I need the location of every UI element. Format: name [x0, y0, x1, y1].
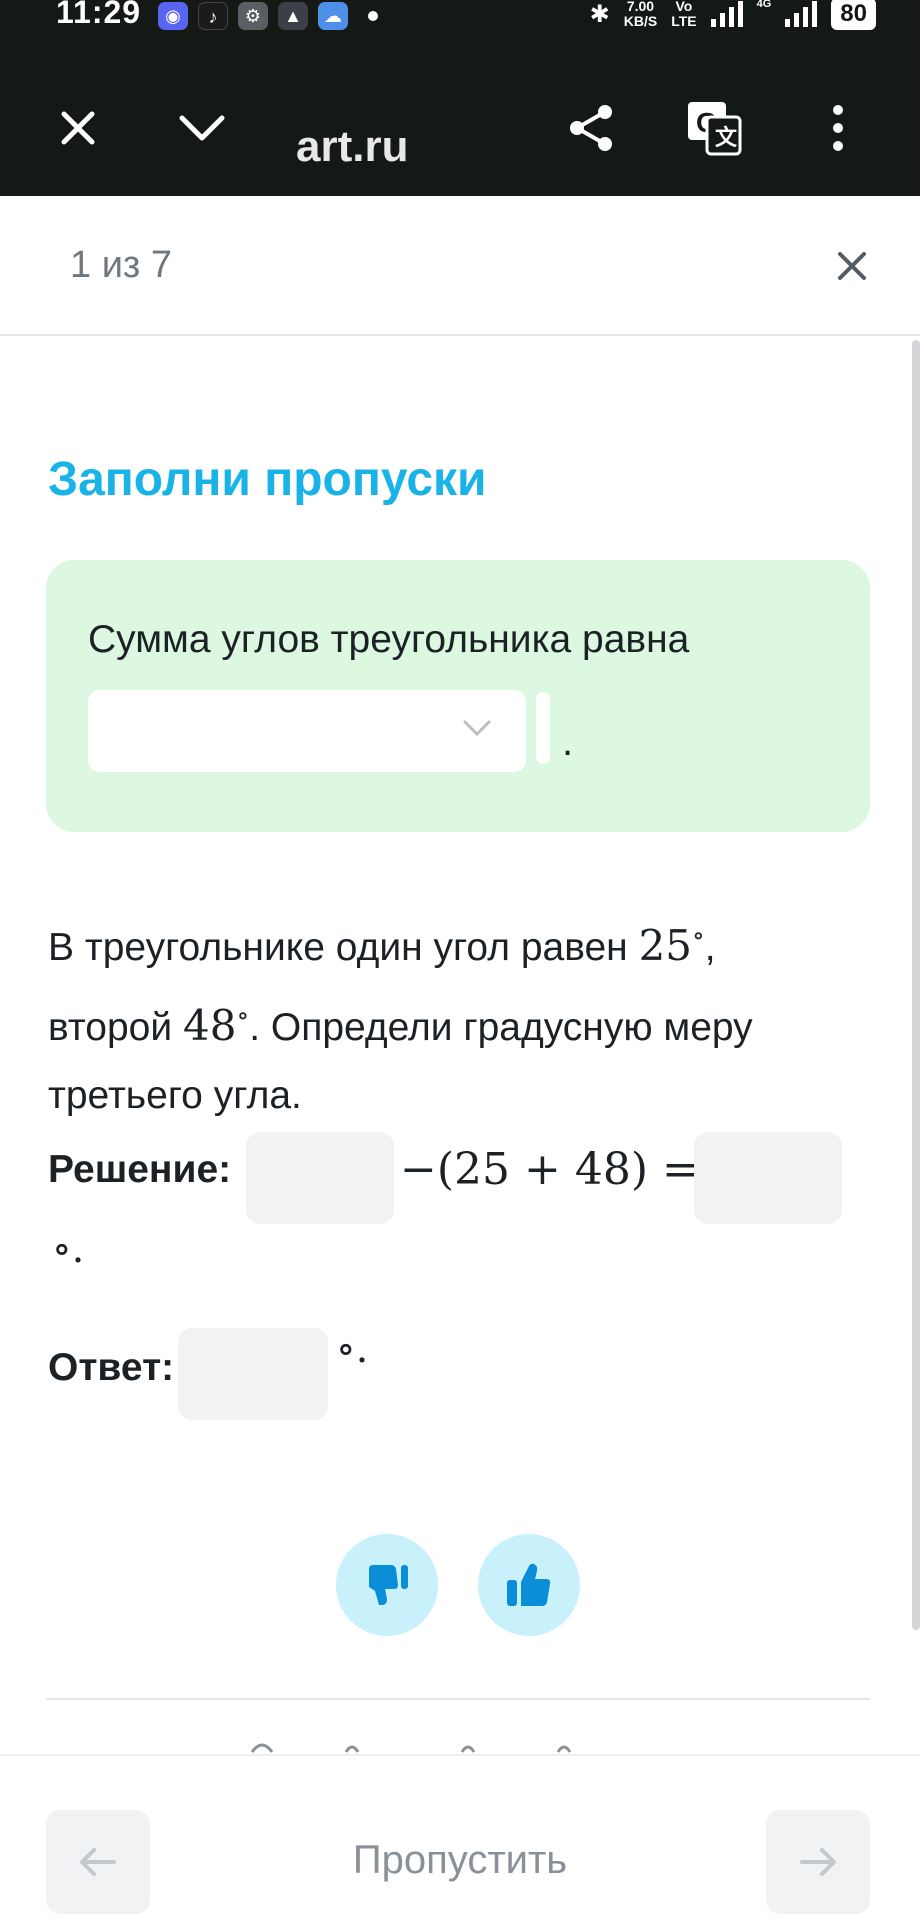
question-counter: 1 из 7 [70, 244, 173, 286]
volte-bottom: LTE [671, 13, 697, 29]
section-divider [46, 1698, 870, 1700]
angle-2-value: 48 [183, 1001, 237, 1050]
answer-input[interactable] [178, 1328, 328, 1420]
task-text: В треугольнике один угол равен 25∘, втор… [48, 902, 848, 1130]
status-time: 11:29 [56, 0, 142, 30]
task-part-2: , [704, 926, 716, 969]
volte-indicator: Vo LTE [671, 0, 696, 29]
statement-text: Сумма углов треугольника равна [88, 618, 690, 661]
more-notifications-dot [368, 11, 378, 21]
net-speed: 7.00 KB/S [624, 0, 657, 29]
text-cursor [536, 692, 550, 764]
exercise-heading: Заполни пропуски [48, 453, 487, 506]
chevron-down-icon [463, 720, 491, 737]
degree-sign: ∘ [692, 921, 705, 951]
dislike-button[interactable] [336, 1534, 438, 1636]
statement-card: Сумма углов треугольника равна . [46, 560, 870, 832]
bluetooth-icon: ✱ [589, 0, 610, 28]
weather-icon: ☁ [318, 2, 348, 30]
minimize-button[interactable] [172, 98, 232, 158]
chevron-down-icon [179, 115, 225, 141]
thumbs-down-icon [369, 1565, 408, 1605]
bottom-navigation: Пропустить [0, 1754, 920, 1920]
net-speed-value: 7.00 [626, 0, 655, 14]
share-button[interactable] [562, 98, 622, 158]
close-icon [61, 111, 95, 145]
statement-end-punct: . [562, 720, 574, 764]
solution-label: Решение: [48, 1148, 232, 1191]
browser-toolbar: art.ru G文 [0, 60, 920, 190]
volte-top: Vo [675, 0, 693, 14]
translate-button[interactable]: G文 [684, 98, 744, 158]
page-scrollbar[interactable] [912, 340, 920, 1630]
angle-sum-dropdown[interactable] [88, 690, 526, 772]
angle-1-value: 25 [638, 921, 693, 970]
like-button[interactable] [478, 1534, 580, 1636]
signal-2-icon [785, 1, 818, 27]
answer-label: Ответ: [48, 1346, 175, 1389]
angle-2: 48∘ [183, 1001, 249, 1050]
close-icon [838, 252, 866, 280]
page-url[interactable]: art.ru [296, 122, 408, 172]
solution-expression: −(25 + 48) = [400, 1144, 699, 1195]
net-speed-unit: KB/S [623, 13, 658, 29]
answer-degree-suffix: ∘. [336, 1326, 369, 1372]
solution-input-1[interactable] [246, 1132, 394, 1224]
angle-1: 25∘ [639, 921, 705, 970]
browser-chrome: 11:29 ◉ ♪ ⚙ ▲ ☁ ✱ 7.00 KB/S Vo LTE 4G 80 a… [0, 0, 920, 196]
battery-indicator: 80 [831, 0, 876, 30]
task-part-1: В треугольнике один угол равен [48, 926, 628, 969]
next-button[interactable] [766, 1810, 870, 1914]
degree-sign: ∘ [236, 1001, 250, 1031]
thumbs-up-icon [507, 1563, 551, 1606]
status-bar: 11:29 ◉ ♪ ⚙ ▲ ☁ ✱ 7.00 KB/S Vo LTE 4G 80 [0, 0, 920, 36]
tiktok-icon: ♪ [198, 2, 228, 30]
arrow-right-icon [800, 1848, 836, 1876]
report-error-link-cutoff [46, 1736, 870, 1756]
close-exercise-button[interactable] [824, 238, 880, 294]
more-options-button[interactable] [808, 98, 868, 158]
settings-app-icon: ⚙ [238, 2, 268, 30]
app-triangle-icon: ▲ [278, 2, 308, 30]
status-indicators: ✱ 7.00 KB/S Vo LTE 4G 80 [590, 0, 876, 30]
translate-icon: G文 [688, 102, 742, 156]
close-tab-button[interactable] [48, 98, 108, 158]
task-part-3: второй [48, 1006, 173, 1049]
more-vert-icon [833, 105, 843, 151]
solution-degree-suffix: ∘. [52, 1226, 85, 1272]
share-icon [570, 105, 612, 151]
cutoff-text-glyphs [250, 1743, 572, 1753]
discord-icon: ◉ [158, 2, 188, 30]
question-header: 1 из 7 [0, 196, 920, 336]
network-type: 4G [756, 0, 772, 10]
signal-1-icon [710, 1, 743, 27]
solution-input-2[interactable] [694, 1132, 842, 1224]
svg-text:文: 文 [715, 125, 738, 150]
notification-icons: ◉ ♪ ⚙ ▲ ☁ [158, 2, 378, 30]
